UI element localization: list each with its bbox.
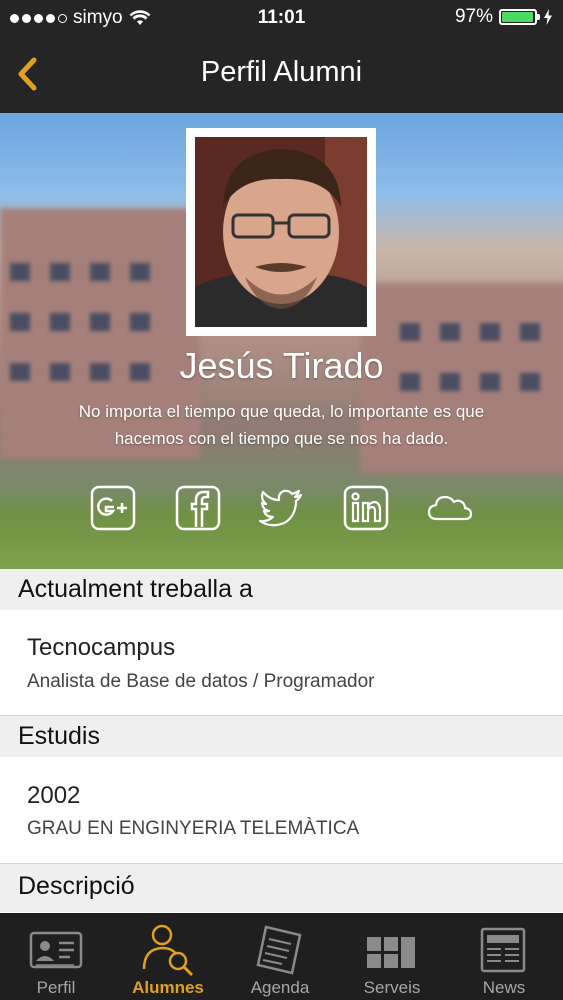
notepad-icon bbox=[256, 925, 302, 975]
twitter-icon[interactable] bbox=[258, 485, 304, 531]
navigation-bar: Perfil Alumni bbox=[0, 36, 563, 113]
people-search-icon bbox=[142, 924, 194, 977]
tab-bar: Perfil Alumnes Agenda Serveis News bbox=[0, 913, 563, 1000]
charging-bolt-icon bbox=[544, 9, 552, 25]
study-year: 2002 bbox=[27, 782, 81, 809]
job-role: Analista de Base de datos / Programador bbox=[27, 671, 375, 692]
battery-group: 97% bbox=[455, 6, 553, 28]
section-header-description: Descripció bbox=[0, 864, 563, 912]
linkedin-icon[interactable] bbox=[343, 485, 389, 531]
tab-label: News bbox=[482, 978, 526, 997]
status-bar: simyo 11:01 97% bbox=[0, 0, 563, 36]
blocks-icon bbox=[367, 937, 415, 968]
study-degree: GRAU EN ENGINYERIA TELEMÀTICA bbox=[27, 818, 360, 839]
id-card-icon bbox=[29, 931, 83, 969]
tab-label: Alumnes bbox=[132, 978, 204, 997]
cloud-icon[interactable] bbox=[427, 485, 473, 531]
facebook-icon[interactable] bbox=[175, 485, 221, 531]
social-links bbox=[0, 485, 563, 535]
section-header-work: Actualment treballa a bbox=[0, 569, 563, 610]
quote-line-2: hacemos con el tiempo que se nos ha dado… bbox=[114, 429, 449, 448]
tab-agenda[interactable]: Agenda bbox=[224, 913, 336, 1000]
avatar bbox=[195, 137, 367, 327]
battery-percent: 97% bbox=[454, 6, 493, 27]
profile-quote: No importa el tiempo que queda, lo impor… bbox=[20, 398, 543, 452]
profile-hero: Jesús Tirado No importa el tiempo que qu… bbox=[0, 113, 563, 569]
tab-label: Serveis bbox=[363, 978, 421, 997]
battery-icon bbox=[499, 9, 540, 25]
tab-serveis[interactable]: Serveis bbox=[336, 913, 448, 1000]
section-header-studies: Estudis bbox=[0, 716, 563, 757]
company-name: Tecnocampus bbox=[27, 634, 176, 661]
google-plus-icon[interactable] bbox=[90, 485, 136, 531]
tab-alumnes[interactable]: Alumnes bbox=[112, 913, 224, 1000]
tab-perfil[interactable]: Perfil bbox=[0, 913, 112, 1000]
tab-news[interactable]: News bbox=[448, 913, 560, 1000]
profile-name: Jesús Tirado bbox=[179, 345, 384, 386]
tab-label: Perfil bbox=[36, 978, 76, 997]
page-title: Perfil Alumni bbox=[200, 56, 363, 88]
newspaper-icon bbox=[480, 927, 526, 973]
tab-label: Agenda bbox=[250, 978, 310, 997]
profile-photo bbox=[186, 128, 376, 336]
quote-line-1: No importa el tiempo que queda, lo impor… bbox=[78, 402, 485, 421]
